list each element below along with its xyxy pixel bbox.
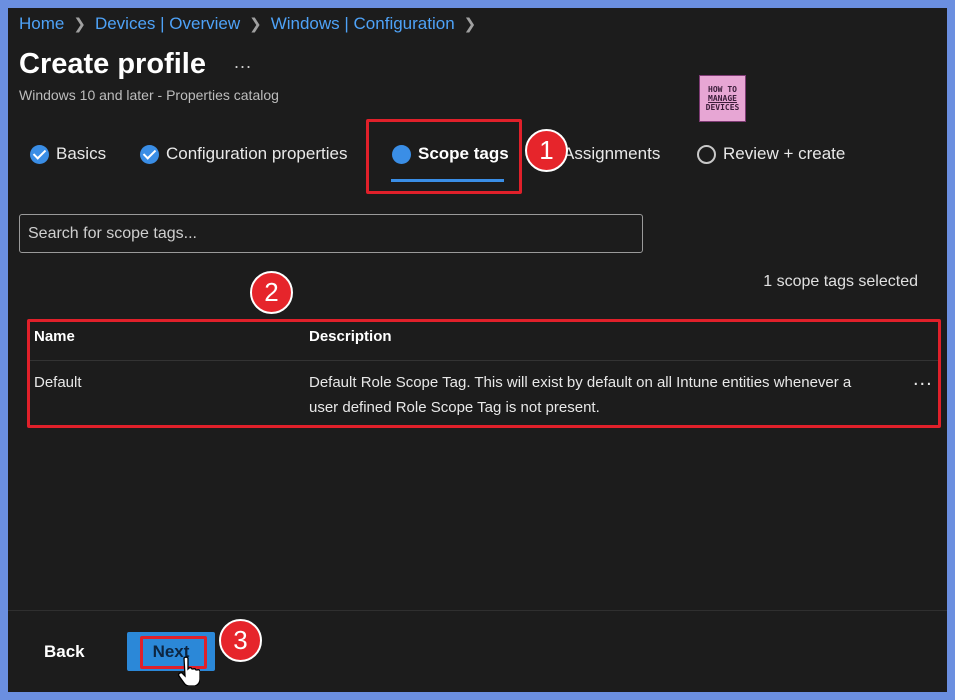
breadcrumb-windows-configuration[interactable]: Windows | Configuration [271, 14, 455, 34]
tab-review-create[interactable]: Review + create [697, 144, 845, 164]
checkmark-icon [30, 144, 49, 164]
page-title: Create profile [19, 48, 206, 80]
tab-configuration-properties[interactable]: Configuration properties [140, 144, 347, 164]
logo-line: HOW TO [708, 85, 737, 94]
more-options-icon[interactable]: ... [234, 52, 252, 73]
tab-label: Review + create [723, 144, 846, 163]
highlight-box-table [27, 319, 941, 428]
breadcrumb-home[interactable]: Home [19, 14, 64, 34]
tab-assignments[interactable]: Assignments [563, 144, 660, 164]
tab-label: Assignments [563, 144, 661, 163]
chevron-right-icon: ❯ [249, 16, 262, 33]
hand-pointer-icon [178, 656, 200, 686]
highlight-box-scope-tags [366, 119, 522, 194]
tab-label: Basics [56, 144, 107, 163]
selected-count-label: 1 scope tags selected [763, 273, 918, 290]
breadcrumb-devices-overview[interactable]: Devices | Overview [95, 14, 240, 34]
step-badge-2: 2 [250, 271, 293, 314]
tab-basics[interactable]: Basics [30, 144, 106, 164]
page-subtitle: Windows 10 and later - Properties catalo… [19, 87, 279, 103]
logo-line: DEVICES [705, 103, 740, 112]
logo-line: MANAGE [708, 94, 737, 103]
checkmark-icon [140, 144, 159, 164]
back-button[interactable]: Back [44, 642, 85, 662]
app-window: Home ❯ Devices | Overview ❯ Windows | Co… [8, 8, 947, 692]
step-badge-3: 3 [219, 619, 262, 662]
tab-label: Configuration properties [166, 144, 348, 163]
brand-logo: HOW TO MANAGE DEVICES [699, 75, 746, 122]
breadcrumb: Home ❯ Devices | Overview ❯ Windows | Co… [19, 13, 485, 35]
search-input[interactable] [19, 214, 643, 253]
empty-circle-icon [697, 144, 716, 164]
footer-divider [8, 610, 947, 611]
step-badge-1: 1 [525, 129, 568, 172]
chevron-right-icon: ❯ [73, 16, 86, 33]
chevron-right-icon: ❯ [463, 16, 477, 33]
